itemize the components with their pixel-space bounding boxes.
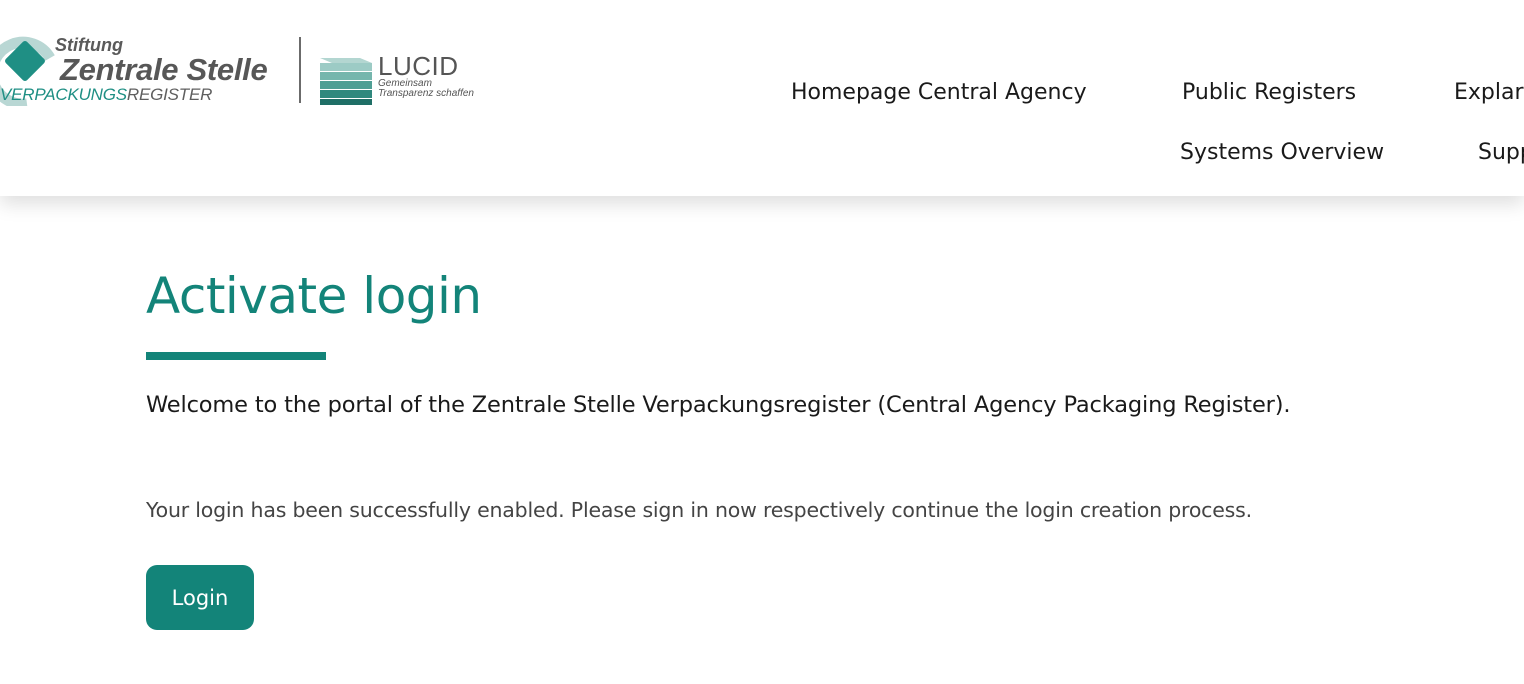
- site-header: Stiftung Zentrale Stelle VERPACKUNGSREGI…: [0, 0, 1524, 196]
- page-title: Activate login: [146, 267, 482, 325]
- welcome-text: Welcome to the portal of the Zentrale St…: [146, 392, 1291, 418]
- zsvr-logo-verpackungsregister: VERPACKUNGSREGISTER: [0, 85, 212, 105]
- nav-public-registers[interactable]: Public Registers: [1182, 80, 1356, 105]
- nav-explanations[interactable]: Explar: [1454, 80, 1524, 105]
- nav-homepage-central-agency[interactable]: Homepage Central Agency: [791, 80, 1087, 105]
- lucid-logo-tagline: Gemeinsam Transparenz schaffen: [378, 79, 474, 99]
- zsvr-logo-link[interactable]: Stiftung Zentrale Stelle VERPACKUNGSREGI…: [0, 30, 290, 110]
- login-button[interactable]: Login: [146, 565, 254, 630]
- lucid-tagline-line2: Transparenz schaffen: [378, 88, 474, 99]
- lucid-logo-link[interactable]: LUCID Gemeinsam Transparenz schaffen: [318, 48, 498, 108]
- logo-divider: [299, 37, 301, 103]
- nav-systems-overview[interactable]: Systems Overview: [1180, 140, 1384, 165]
- title-underline: [146, 352, 326, 360]
- login-enabled-message: Your login has been successfully enabled…: [146, 498, 1252, 522]
- zsvr-logo-register: REGISTER: [126, 85, 213, 104]
- nav-support[interactable]: Supp: [1478, 140, 1524, 165]
- zsvr-logo-zentrale-stelle: Zentrale Stelle: [60, 52, 268, 87]
- lucid-stack-icon: [320, 58, 372, 105]
- zsvr-logo-verpackungs: VERPACKUNGS: [0, 85, 127, 104]
